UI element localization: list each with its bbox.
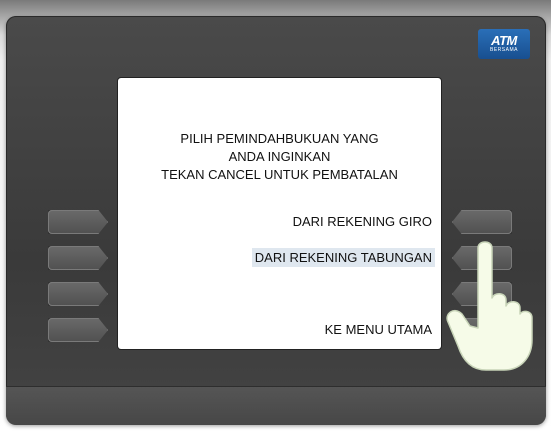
prompt-line-3: TEKAN CANCEL UNTUK PEMBATALAN <box>161 167 398 182</box>
screen-prompt: PILIH PEMINDAHBUKUAN YANG ANDA INGINKAN … <box>118 130 441 184</box>
option-dari-rekening-giro[interactable]: DARI REKENING GIRO <box>290 212 435 231</box>
atm-screen: PILIH PEMINDAHBUKUAN YANG ANDA INGINKAN … <box>118 78 441 349</box>
prompt-line-2: ANDA INGINKAN <box>228 149 331 164</box>
option-dari-rekening-tabungan[interactable]: DARI REKENING TABUNGAN <box>251 248 435 267</box>
prompt-line-1: PILIH PEMINDAHBUKUAN YANG <box>180 131 379 146</box>
left-function-key-2[interactable] <box>48 246 108 270</box>
atm-bersama-logo: ATM BERSAMA <box>478 29 530 59</box>
left-function-key-4[interactable] <box>48 318 108 342</box>
right-function-key-giro[interactable] <box>452 210 512 234</box>
logo-subtext: BERSAMA <box>490 47 518 53</box>
logo-text: ATM <box>491 33 517 48</box>
atm-bottom-ledge <box>6 386 546 425</box>
pointing-hand-icon <box>446 241 533 371</box>
option-ke-menu-utama[interactable]: KE MENU UTAMA <box>322 320 435 339</box>
left-function-key-1[interactable] <box>48 210 108 234</box>
left-function-key-3[interactable] <box>48 282 108 306</box>
